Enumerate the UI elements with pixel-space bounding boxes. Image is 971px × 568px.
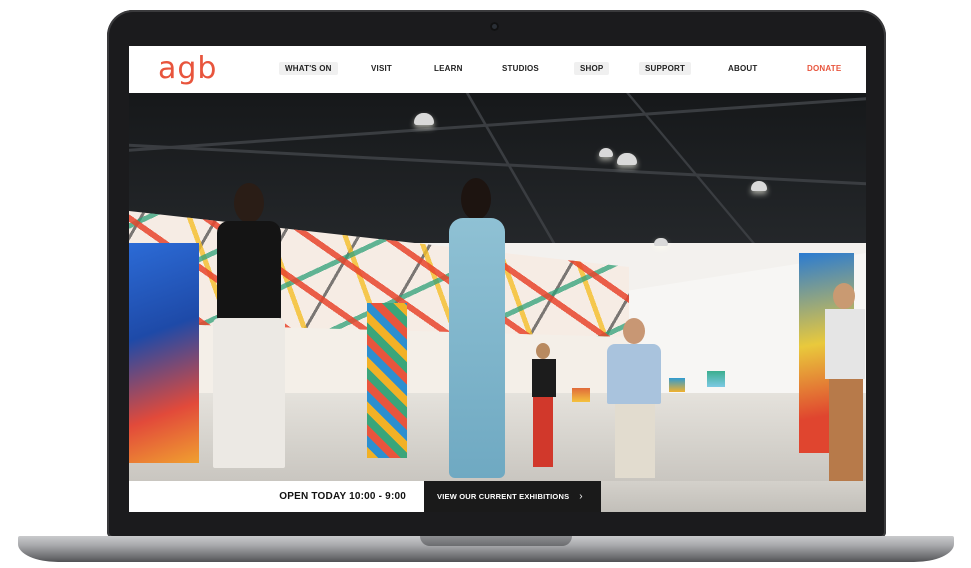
nav-support[interactable]: SUPPORT xyxy=(639,62,692,75)
visitor-man-blue-shirt xyxy=(599,318,669,478)
nav-donate[interactable]: DONATE xyxy=(807,64,841,73)
nav-shop[interactable]: SHOP xyxy=(574,62,610,75)
nav-studios[interactable]: STUDIOS xyxy=(502,64,539,73)
nav-learn[interactable]: LEARN xyxy=(434,64,463,73)
site-logo[interactable]: agb xyxy=(158,51,217,86)
visitor-photographer xyxy=(529,343,559,468)
painting xyxy=(707,371,725,387)
hero-image-floor xyxy=(601,481,866,512)
spotlight-icon xyxy=(654,238,668,246)
opening-hours-text: OPEN TODAY 10:00 - 9:00 xyxy=(279,491,406,502)
nav-visit[interactable]: VISIT xyxy=(371,64,392,73)
spotlight-icon xyxy=(599,148,613,157)
painting xyxy=(129,243,199,463)
visitor-woman-black-top xyxy=(199,183,299,473)
opening-hours-bar: OPEN TODAY 10:00 - 9:00 xyxy=(129,481,424,512)
visitor-woman-blue-dress xyxy=(429,178,529,478)
painting xyxy=(572,388,590,402)
view-exhibitions-label: VIEW OUR CURRENT EXHIBITIONS xyxy=(437,492,570,501)
hero-image xyxy=(129,93,866,483)
view-exhibitions-button[interactable]: VIEW OUR CURRENT EXHIBITIONS › xyxy=(424,481,601,512)
visitor-man-right xyxy=(819,283,866,483)
painting xyxy=(367,303,407,458)
chevron-right-icon: › xyxy=(579,491,583,502)
spotlight-icon xyxy=(617,153,637,165)
painting xyxy=(669,378,685,392)
nav-about[interactable]: ABOUT xyxy=(728,64,757,73)
website-screen: agb WHAT'S ON VISIT LEARN STUDIOS SHOP S… xyxy=(129,46,866,512)
spotlight-icon xyxy=(414,113,434,125)
spotlight-icon xyxy=(751,181,767,191)
site-header: agb WHAT'S ON VISIT LEARN STUDIOS SHOP S… xyxy=(129,46,866,93)
nav-whats-on[interactable]: WHAT'S ON xyxy=(279,62,338,75)
laptop-notch xyxy=(420,536,572,546)
webcam xyxy=(490,22,499,31)
